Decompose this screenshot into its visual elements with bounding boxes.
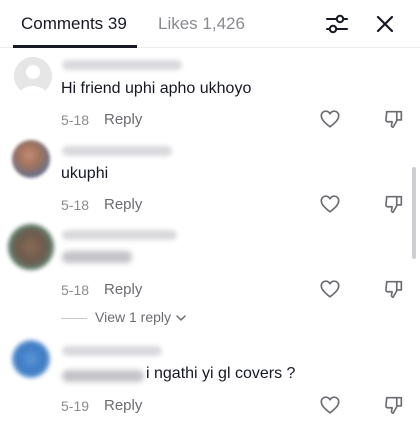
reply-button[interactable]: Reply: [104, 196, 142, 213]
tab-comments[interactable]: Comments 39: [21, 14, 127, 34]
comment-text-blurred: [62, 370, 144, 382]
active-tab-indicator: [13, 45, 137, 48]
comment-text: i ngathi yi gl covers ?: [146, 365, 296, 382]
username-blurred: [62, 346, 162, 356]
comment-date: 5-18: [61, 197, 90, 213]
comment-text: ukuphi: [61, 165, 109, 182]
view-replies-label: View 1 reply: [95, 309, 172, 325]
close-icon[interactable]: [372, 11, 398, 37]
comments-header: Comments 39 Likes 1,426: [0, 0, 420, 48]
username-blurred: [62, 146, 172, 156]
tab-likes[interactable]: Likes 1,426: [158, 14, 245, 34]
chevron-down-icon: [176, 315, 186, 321]
reply-button[interactable]: Reply: [104, 281, 142, 298]
username-blurred: [62, 230, 177, 240]
avatar[interactable]: [8, 224, 54, 270]
heart-outline-icon[interactable]: [319, 278, 341, 300]
comment-text-blurred: [62, 251, 132, 263]
comment-date: 5-19: [61, 398, 90, 414]
thumbs-down-icon[interactable]: [383, 394, 405, 416]
scrollbar[interactable]: [412, 167, 416, 259]
thumbs-down-icon[interactable]: [383, 108, 405, 130]
heart-outline-icon[interactable]: [319, 193, 341, 215]
username-blurred: [62, 60, 182, 70]
reply-button[interactable]: Reply: [104, 111, 142, 128]
avatar[interactable]: [12, 140, 50, 178]
reply-button[interactable]: Reply: [104, 397, 142, 414]
heart-outline-icon[interactable]: [319, 108, 341, 130]
thumbs-down-icon[interactable]: [383, 278, 405, 300]
sliders-icon[interactable]: [324, 11, 350, 37]
comment-date: 5-18: [61, 112, 90, 128]
comment-text: Hi friend uphi apho ukhoyo: [61, 80, 252, 97]
thumbs-down-icon[interactable]: [383, 193, 405, 215]
avatar[interactable]: [14, 57, 52, 95]
avatar[interactable]: [12, 340, 50, 378]
comment-date: 5-18: [61, 282, 90, 298]
heart-outline-icon[interactable]: [319, 394, 341, 416]
divider: [61, 318, 87, 319]
